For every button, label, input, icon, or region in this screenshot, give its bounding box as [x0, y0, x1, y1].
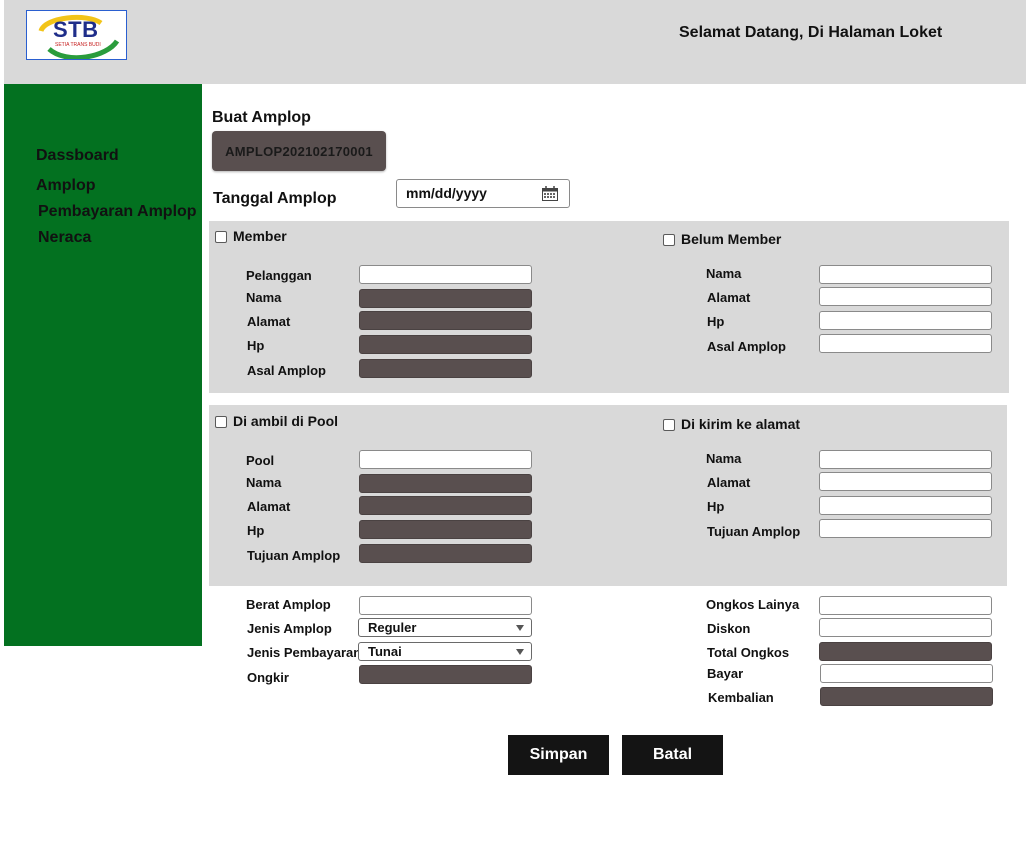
sidebar-item-dassboard[interactable]: Dassboard — [36, 147, 119, 165]
pickup-pool-checkbox[interactable] — [215, 416, 227, 428]
pool-nama-field — [359, 474, 532, 493]
member-asal-label: Asal Amplop — [247, 363, 326, 378]
total-ongkos-label: Total Ongkos — [707, 645, 790, 660]
pool-hp-label: Hp — [247, 523, 265, 538]
delivery-alamat-label: Alamat — [707, 475, 751, 490]
delivery-nama-input[interactable] — [819, 450, 992, 469]
date-input[interactable]: mm/dd/yyyy — [396, 179, 570, 208]
ongkos-lainya-input[interactable] — [819, 596, 992, 615]
delivery-nama-label: Nama — [706, 451, 742, 466]
delivery-hp-label: Hp — [707, 499, 725, 514]
member-asal-field — [359, 359, 532, 378]
pelanggan-label: Pelanggan — [246, 268, 312, 283]
welcome-text: Selamat Datang, Di Halaman Loket — [679, 24, 943, 41]
pickup-pool-checkbox-label: Di ambil di Pool — [233, 413, 339, 429]
non-member-nama-input[interactable] — [819, 265, 992, 284]
member-alamat-field — [359, 311, 532, 330]
bayar-input[interactable] — [820, 664, 993, 683]
member-nama-field — [359, 289, 532, 308]
delivery-tujuan-input[interactable] — [819, 519, 992, 538]
pool-alamat-label: Alamat — [247, 499, 291, 514]
logo-text: STB — [53, 17, 99, 42]
pool-nama-label: Nama — [246, 475, 282, 490]
pelanggan-input[interactable] — [359, 265, 532, 284]
jenis-amplop-label: Jenis Amplop — [247, 621, 332, 636]
member-checkbox[interactable] — [215, 231, 227, 243]
pool-input[interactable] — [359, 450, 532, 469]
kembalian-field — [820, 687, 993, 706]
delivery-address-checkbox-label: Di kirim ke alamat — [681, 416, 801, 432]
calendar-icon[interactable] — [542, 186, 558, 201]
non-member-alamat-input[interactable] — [819, 287, 992, 306]
cancel-button[interactable]: Batal — [622, 735, 723, 775]
sidebar — [4, 84, 202, 646]
total-ongkos-field — [819, 642, 992, 661]
page-title: Buat Amplop — [212, 109, 311, 126]
delivery-alamat-input[interactable] — [819, 472, 992, 491]
delivery-tujuan-label: Tujuan Amplop — [707, 524, 801, 539]
chevron-down-icon — [516, 625, 524, 631]
pool-tujuan-field — [359, 544, 532, 563]
chevron-down-icon — [516, 649, 524, 655]
sidebar-item-neraca[interactable]: Neraca — [38, 229, 91, 247]
amplop-code-display: AMPLOP202102170001 — [212, 131, 386, 171]
member-hp-field — [359, 335, 532, 354]
delivery-address-checkbox[interactable] — [663, 419, 675, 431]
ongkir-label: Ongkir — [247, 670, 289, 685]
bayar-label: Bayar — [707, 666, 744, 681]
top-header — [4, 0, 1026, 84]
jenis-pembayaran-value: Tunai — [368, 644, 402, 659]
ongkir-field — [359, 665, 532, 684]
jenis-amplop-value: Reguler — [368, 620, 417, 635]
date-label: Tanggal Amplop — [213, 190, 337, 207]
non-member-alamat-label: Alamat — [707, 290, 751, 305]
pool-tujuan-label: Tujuan Amplop — [247, 548, 341, 563]
pool-alamat-field — [359, 496, 532, 515]
member-hp-label: Hp — [247, 338, 265, 353]
diskon-input[interactable] — [819, 618, 992, 637]
sidebar-item-pembayaran-amplop[interactable]: Pembayaran Amplop — [38, 203, 197, 221]
non-member-hp-label: Hp — [707, 314, 725, 329]
non-member-hp-input[interactable] — [819, 311, 992, 330]
non-member-nama-label: Nama — [706, 266, 742, 281]
sender-panel — [209, 221, 1009, 393]
ongkos-lainya-label: Ongkos Lainya — [706, 597, 800, 612]
stb-logo: STB SETIA TRANS BUDI — [26, 10, 127, 60]
delivery-hp-input[interactable] — [819, 496, 992, 515]
non-member-checkbox-label: Belum Member — [681, 231, 782, 247]
pool-label: Pool — [246, 453, 275, 468]
member-checkbox-label: Member — [233, 228, 287, 244]
jenis-amplop-select[interactable]: Reguler — [358, 618, 532, 637]
kembalian-label: Kembalian — [708, 690, 774, 705]
diskon-label: Diskon — [707, 621, 751, 636]
non-member-asal-label: Asal Amplop — [707, 339, 786, 354]
date-placeholder: mm/dd/yyyy — [406, 185, 487, 201]
sidebar-item-amplop[interactable]: Amplop — [36, 177, 96, 195]
jenis-pembayaran-label: Jenis Pembayaran — [247, 645, 362, 660]
berat-label: Berat Amplop — [246, 597, 331, 612]
pool-hp-field — [359, 520, 532, 539]
jenis-pembayaran-select[interactable]: Tunai — [358, 642, 532, 661]
member-alamat-label: Alamat — [247, 314, 291, 329]
save-button[interactable]: Simpan — [508, 735, 609, 775]
member-nama-label: Nama — [246, 290, 282, 305]
logo-subtext: SETIA TRANS BUDI — [55, 42, 101, 48]
non-member-asal-input[interactable] — [819, 334, 992, 353]
non-member-checkbox[interactable] — [663, 234, 675, 246]
berat-input[interactable] — [359, 596, 532, 615]
